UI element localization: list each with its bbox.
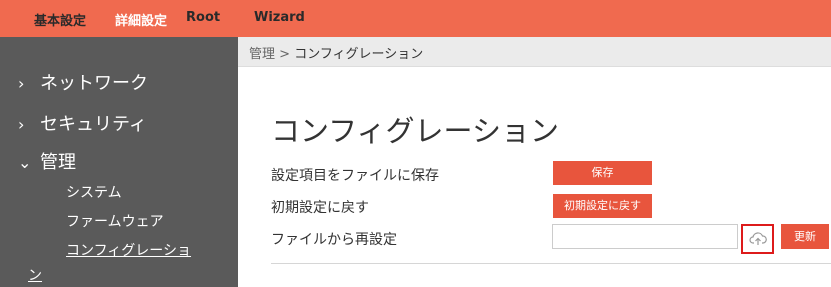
top-nav-bar: 基本設定 詳細設定 Root Wizard <box>0 0 831 37</box>
breadcrumb-separator: > <box>279 47 291 62</box>
sidebar-item-security[interactable]: › セキュリティ <box>18 110 147 136</box>
breadcrumb-parent[interactable]: 管理 <box>249 47 275 62</box>
chevron-right-icon: › <box>18 115 25 134</box>
cloud-upload-icon <box>749 232 767 245</box>
sidebar-item-network[interactable]: › ネットワーク <box>18 69 148 95</box>
section-divider <box>271 263 831 264</box>
sidebar-item-label: セキュリティ <box>40 114 147 135</box>
save-settings-label: 設定項目をファイルに保存 <box>271 168 439 184</box>
sidebar-item-label: ネットワーク <box>40 73 148 94</box>
topnav-root[interactable]: Root <box>186 10 220 25</box>
sidebar-item-label: 管理 <box>40 152 76 173</box>
breadcrumb-current: コンフィグレーション <box>294 47 424 62</box>
save-button[interactable]: 保存 <box>553 161 652 185</box>
sidebar-subitem-system[interactable]: システム <box>66 182 122 202</box>
sidebar-subitem-configuration-wrap[interactable]: ン <box>28 265 42 285</box>
sidebar-item-management[interactable]: ⌄ 管理 <box>18 148 76 174</box>
update-button[interactable]: 更新 <box>781 224 829 249</box>
page-title: コンフィグレーション <box>271 114 559 148</box>
topnav-wizard[interactable]: Wizard <box>254 10 305 25</box>
sidebar: › ネットワーク › セキュリティ ⌄ 管理 システム ファームウェア コンフィグレー… <box>0 37 238 287</box>
sidebar-subitem-firmware[interactable]: ファームウェア <box>66 211 164 231</box>
chevron-right-icon: › <box>18 74 25 93</box>
file-upload-button[interactable] <box>741 224 774 254</box>
restore-from-file-label: ファイルから再設定 <box>271 232 397 248</box>
topnav-basic-settings[interactable]: 基本設定 <box>34 10 86 29</box>
breadcrumb-bar: 管理 > コンフィグレーション <box>238 37 831 67</box>
reset-defaults-button[interactable]: 初期設定に戻す <box>553 194 652 218</box>
reset-defaults-label: 初期設定に戻す <box>271 200 369 216</box>
file-path-input[interactable] <box>552 224 738 249</box>
breadcrumb: 管理 > コンフィグレーション <box>249 43 423 62</box>
sidebar-subitem-configuration[interactable]: コンフィグレーショ <box>66 240 191 260</box>
chevron-down-icon: ⌄ <box>18 153 32 172</box>
topnav-advanced-settings[interactable]: 詳細設定 <box>115 10 167 29</box>
